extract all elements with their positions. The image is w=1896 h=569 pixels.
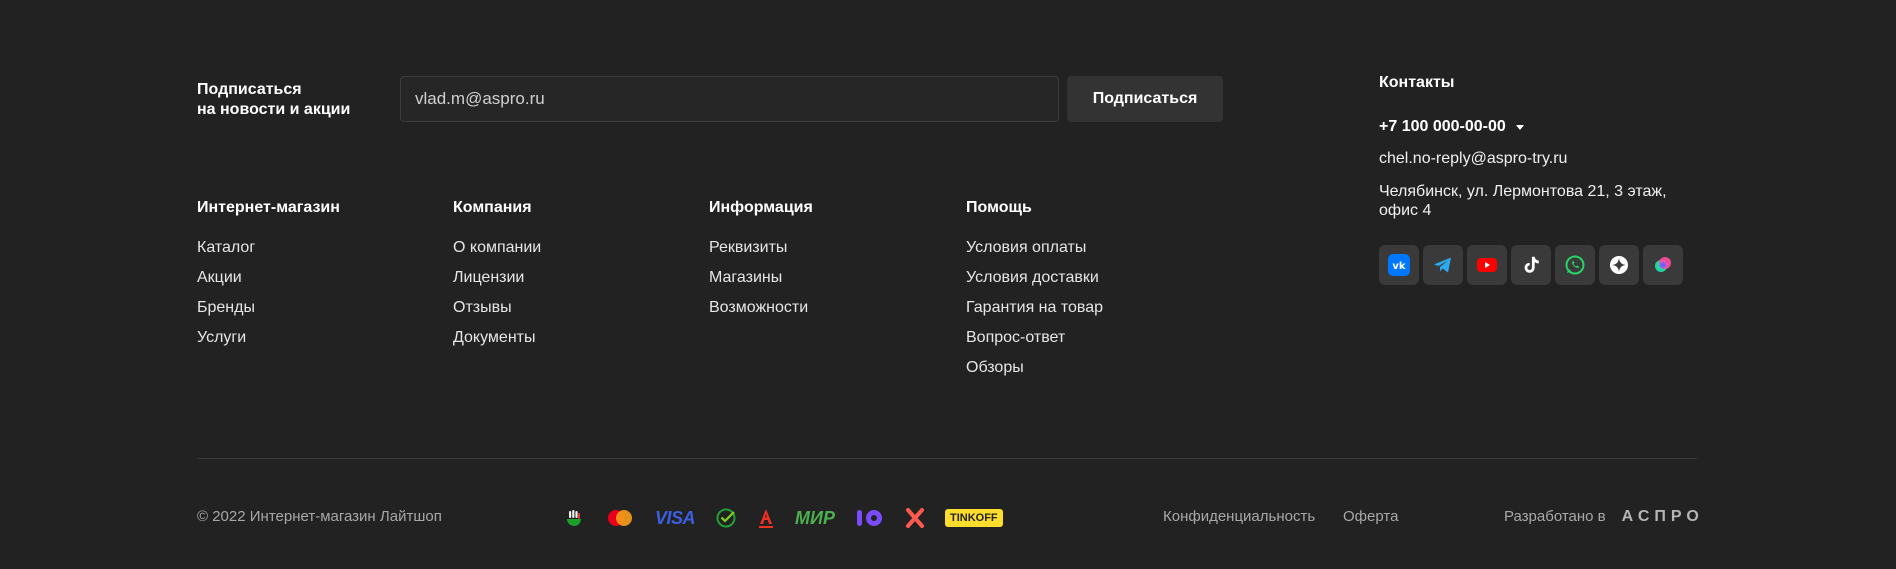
menu-link-requisites[interactable]: Реквизиты bbox=[709, 238, 949, 258]
menu-link-services[interactable]: Услуги bbox=[197, 328, 437, 348]
vk-icon[interactable]: vk bbox=[1379, 245, 1419, 285]
menu-column-info: Информация Реквизиты Магазины Возможност… bbox=[709, 198, 949, 328]
offer-link[interactable]: Оферта bbox=[1343, 508, 1398, 526]
telegram-icon[interactable] bbox=[1423, 245, 1463, 285]
sber-check-icon bbox=[715, 507, 737, 529]
contact-address: Челябинск, ул. Лермонтова 21, 3 этаж, оф… bbox=[1379, 183, 1667, 219]
svg-text:vk: vk bbox=[1392, 261, 1406, 272]
chevron-down-icon[interactable] bbox=[1515, 124, 1524, 130]
aspro-logo[interactable]: АСПРО bbox=[1622, 508, 1704, 526]
alfabank-icon bbox=[757, 507, 775, 529]
yoomoney-icon bbox=[855, 507, 885, 529]
whatsapp-icon[interactable] bbox=[1555, 245, 1595, 285]
copyright: © 2022 Интернет-магазин Лайтшоп bbox=[197, 508, 442, 525]
phone-number[interactable]: +7 100 000-00-00 bbox=[1379, 117, 1506, 137]
social-links: vk bbox=[1379, 245, 1683, 285]
tiktok-icon[interactable] bbox=[1511, 245, 1551, 285]
mir-logo: МИР bbox=[795, 507, 835, 528]
developed-by-label: Разработано в bbox=[1504, 508, 1606, 525]
menu-title: Информация bbox=[709, 199, 813, 216]
menu-link-stores[interactable]: Магазины bbox=[709, 268, 949, 288]
menu-link-about[interactable]: О компании bbox=[453, 238, 693, 258]
mastercard-icon bbox=[605, 508, 635, 528]
menu-title: Компания bbox=[453, 199, 532, 216]
menu-link-features[interactable]: Возможности bbox=[709, 298, 949, 318]
menu-title: Интернет-магазин bbox=[197, 199, 340, 216]
email-input[interactable] bbox=[400, 76, 1059, 122]
subscribe-label-line2: на новости и акции bbox=[197, 101, 351, 118]
subscribe-button[interactable]: Подписаться bbox=[1067, 76, 1223, 122]
menu-link-reviews-articles[interactable]: Обзоры bbox=[966, 358, 1206, 378]
odnoklassniki-icon[interactable] bbox=[1643, 245, 1683, 285]
subscribe-label-line1: Подписаться bbox=[197, 81, 302, 98]
payment-methods: VISA МИР TINKOFF bbox=[563, 503, 1023, 533]
menu-title: Помощь bbox=[966, 199, 1032, 216]
subscribe-label: Подписаться на новости и акции bbox=[197, 80, 387, 120]
contacts-block: Контакты +7 100 000-00-00 chel.no-reply@… bbox=[1379, 73, 1719, 220]
x-pay-icon bbox=[905, 507, 925, 529]
menu-link-delivery[interactable]: Условия доставки bbox=[966, 268, 1206, 288]
menu-link-faq[interactable]: Вопрос-ответ bbox=[966, 328, 1206, 348]
menu-link-reviews[interactable]: Отзывы bbox=[453, 298, 693, 318]
menu-link-payment[interactable]: Условия оплаты bbox=[966, 238, 1206, 258]
privacy-link[interactable]: Конфиденциальность bbox=[1163, 508, 1315, 526]
menu-column-shop: Интернет-магазин Каталог Акции Бренды Ус… bbox=[197, 198, 437, 358]
sberbank-pay-icon bbox=[563, 507, 585, 529]
menu-link-warranty[interactable]: Гарантия на товар bbox=[966, 298, 1206, 318]
menu-link-sales[interactable]: Акции bbox=[197, 268, 437, 288]
youtube-icon[interactable] bbox=[1467, 245, 1507, 285]
phone-dropdown[interactable]: +7 100 000-00-00 bbox=[1379, 117, 1719, 137]
contact-email[interactable]: chel.no-reply@aspro-try.ru bbox=[1379, 149, 1719, 169]
menu-link-catalog[interactable]: Каталог bbox=[197, 238, 437, 258]
visa-logo: VISA bbox=[655, 507, 696, 528]
developer-credit: Разработано в АСПРО bbox=[1504, 508, 1704, 526]
menu-column-help: Помощь Условия оплаты Условия доставки Г… bbox=[966, 198, 1206, 388]
contacts-title: Контакты bbox=[1379, 74, 1455, 91]
tinkoff-logo: TINKOFF bbox=[944, 509, 1003, 527]
menu-link-brands[interactable]: Бренды bbox=[197, 298, 437, 318]
menu-column-company: Компания О компании Лицензии Отзывы Доку… bbox=[453, 198, 693, 358]
zen-icon[interactable] bbox=[1599, 245, 1639, 285]
menu-link-documents[interactable]: Документы bbox=[453, 328, 693, 348]
menu-link-licenses[interactable]: Лицензии bbox=[453, 268, 693, 288]
footer-divider bbox=[197, 458, 1697, 459]
